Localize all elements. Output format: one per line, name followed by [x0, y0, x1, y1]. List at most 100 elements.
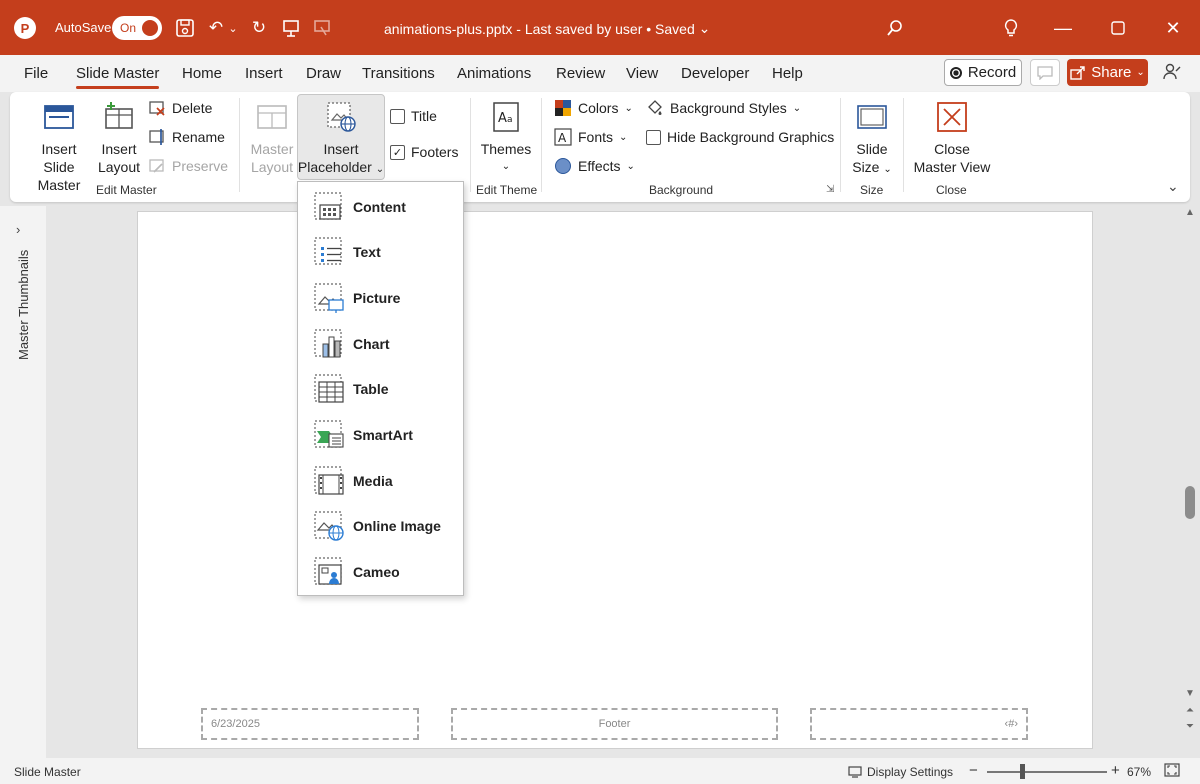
- footer-placeholder[interactable]: Footer: [451, 708, 778, 740]
- menu-item-content[interactable]: Content: [298, 185, 463, 229]
- minimize-icon[interactable]: —: [1049, 14, 1077, 42]
- footers-checkbox[interactable]: ✓ Footers: [390, 141, 458, 163]
- effects-icon: [555, 158, 571, 174]
- title-checkbox-box[interactable]: [390, 108, 405, 124]
- footers-checkbox-box[interactable]: ✓: [390, 144, 405, 160]
- next-slide-icon[interactable]: ⏷: [1183, 720, 1197, 732]
- insert-slide-master-button[interactable]: Insert Slide Master: [24, 100, 94, 194]
- menu-item-online-image[interactable]: Online Image: [298, 504, 463, 548]
- tab-file[interactable]: File: [24, 65, 48, 82]
- insert-layout-button[interactable]: Insert Layout: [96, 100, 142, 176]
- tab-insert[interactable]: Insert: [245, 65, 283, 82]
- close-master-view-icon: [937, 102, 967, 132]
- rename-button[interactable]: Rename: [148, 126, 225, 148]
- rename-icon: [149, 129, 164, 145]
- menu-item-text[interactable]: Text: [298, 230, 463, 274]
- master-layout-icon: [257, 105, 287, 129]
- menu-item-smartart[interactable]: SmartArt: [298, 413, 463, 457]
- hide-background-graphics-checkbox[interactable]: Hide Background Graphics: [646, 126, 834, 148]
- preserve-icon: [149, 159, 164, 173]
- hide-background-graphics-box[interactable]: [646, 129, 661, 145]
- menu-item-cameo[interactable]: Cameo: [298, 550, 463, 594]
- colors-button[interactable]: Colors ⌄: [554, 97, 633, 119]
- menu-item-chart[interactable]: Chart: [298, 322, 463, 366]
- tab-view[interactable]: View: [626, 65, 658, 82]
- background-styles-icon: [648, 100, 662, 115]
- zoom-level[interactable]: 67%: [1127, 765, 1151, 779]
- group-separator: [840, 98, 841, 192]
- save-icon[interactable]: [174, 16, 196, 40]
- close-group-label: Close: [936, 183, 967, 197]
- slide-number-placeholder[interactable]: ‹#›: [810, 708, 1028, 740]
- lightbulb-icon[interactable]: [1000, 16, 1022, 40]
- autosave-toggle[interactable]: On: [112, 16, 162, 40]
- share-chevron-icon: ⌄: [1136, 67, 1145, 78]
- scroll-down-icon[interactable]: ▼: [1183, 687, 1197, 699]
- document-title[interactable]: animations-plus.pptx - Last saved by use…: [384, 20, 710, 37]
- tab-transitions[interactable]: Transitions: [362, 65, 435, 82]
- record-button[interactable]: Record: [944, 59, 1022, 86]
- tab-review[interactable]: Review: [556, 65, 605, 82]
- insert-placeholder-icon: [327, 102, 356, 132]
- background-dialog-launcher-icon[interactable]: ⇲: [826, 184, 834, 195]
- zoom-slider-track[interactable]: [987, 771, 1107, 773]
- vertical-scrollbar[interactable]: [1180, 206, 1200, 758]
- touch-mode-icon[interactable]: [311, 16, 333, 40]
- tab-help[interactable]: Help: [772, 65, 803, 82]
- zoom-slider-thumb[interactable]: [1020, 764, 1025, 779]
- master-layout-button[interactable]: Master Layout: [246, 100, 298, 176]
- slide[interactable]: [137, 211, 1093, 749]
- zoom-out-button[interactable]: −: [969, 762, 978, 779]
- background-styles-button[interactable]: Background Styles ⌄: [646, 97, 801, 119]
- close-master-view-button[interactable]: Close Master View: [910, 100, 994, 176]
- scroll-up-icon[interactable]: ▲: [1183, 206, 1197, 218]
- redo-icon[interactable]: ↻: [248, 16, 270, 40]
- tab-draw[interactable]: Draw: [306, 65, 341, 82]
- menu-item-media[interactable]: Media: [298, 459, 463, 503]
- present-icon[interactable]: [280, 16, 302, 40]
- ribbon-collapse-chevron-icon[interactable]: ⌄: [1167, 178, 1179, 195]
- tab-slide-master[interactable]: Slide Master: [76, 65, 160, 89]
- previous-slide-icon[interactable]: ⏶: [1183, 704, 1197, 716]
- background-group-label: Background: [649, 183, 714, 197]
- tab-home[interactable]: Home: [182, 65, 222, 82]
- preserve-button[interactable]: Preserve: [148, 155, 228, 177]
- group-separator: [541, 98, 542, 192]
- menu-item-picture[interactable]: Picture: [298, 276, 463, 320]
- insert-placeholder-label[interactable]: Insert Placeholder ⌄: [297, 100, 385, 179]
- cameo-placeholder-icon: [314, 557, 342, 585]
- expand-pane-chevron-icon[interactable]: ›: [16, 222, 20, 237]
- picture-placeholder-icon: [314, 283, 344, 313]
- share-label: Share: [1091, 64, 1132, 81]
- tab-animations[interactable]: Animations: [457, 65, 531, 82]
- svg-text:A: A: [558, 131, 567, 145]
- close-window-icon[interactable]: ✕: [1159, 14, 1187, 42]
- fonts-button[interactable]: A Fonts ⌄: [554, 126, 627, 148]
- undo-dropdown-icon[interactable]: ⌄: [227, 16, 239, 40]
- insert-layout-icon: [105, 102, 133, 129]
- delete-button[interactable]: Delete: [148, 97, 212, 119]
- colors-chevron-icon: ⌄: [624, 102, 633, 114]
- search-icon[interactable]: [884, 16, 906, 40]
- effects-button[interactable]: Effects ⌄: [554, 155, 635, 177]
- comments-button[interactable]: [1030, 59, 1060, 86]
- date-placeholder[interactable]: 6/23/2025: [201, 708, 419, 740]
- undo-icon[interactable]: ↶: [205, 16, 227, 40]
- coauthoring-icon[interactable]: [1160, 60, 1184, 84]
- zoom-in-button[interactable]: +: [1111, 762, 1120, 779]
- themes-button[interactable]: Aa Themes ⌄: [478, 100, 534, 176]
- share-button[interactable]: Share ⌄: [1067, 59, 1148, 86]
- display-settings-icon: [848, 766, 862, 778]
- tab-developer[interactable]: Developer: [681, 65, 749, 82]
- maximize-icon[interactable]: [1104, 14, 1132, 42]
- fit-to-window-icon[interactable]: [1164, 763, 1180, 780]
- slide-size-button[interactable]: Slide Size ⌄: [848, 100, 896, 179]
- table-placeholder-icon: [314, 374, 344, 403]
- themes-chevron-icon: ⌄: [501, 161, 511, 172]
- display-settings-button[interactable]: Display Settings: [848, 765, 953, 779]
- title-checkbox[interactable]: Title: [390, 105, 437, 127]
- autosave-state: On: [120, 21, 137, 35]
- fonts-icon: A: [554, 128, 572, 146]
- menu-item-table[interactable]: Table: [298, 367, 463, 411]
- scrollbar-thumb[interactable]: [1185, 486, 1195, 519]
